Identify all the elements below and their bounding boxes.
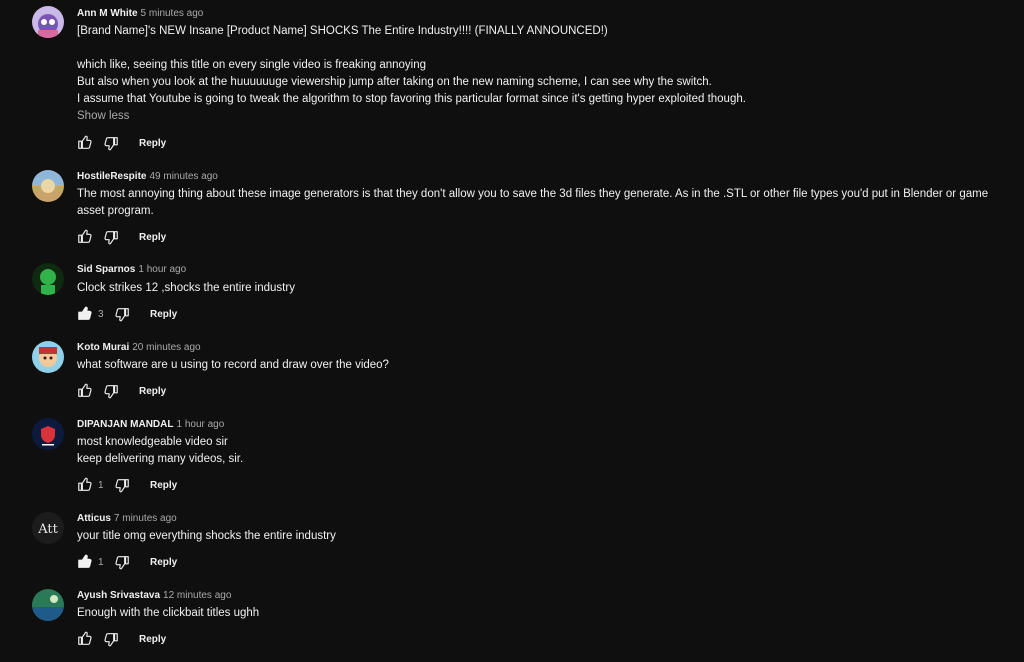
avatar[interactable]	[32, 263, 64, 295]
show-less-button[interactable]: Show less	[77, 110, 129, 122]
avatar[interactable]	[32, 6, 64, 38]
comment-actions: Reply	[77, 631, 166, 647]
reply-button[interactable]: Reply	[150, 309, 177, 320]
like-icon[interactable]	[77, 477, 93, 493]
like-icon[interactable]	[77, 554, 93, 570]
reply-button[interactable]: Reply	[139, 232, 166, 243]
reply-button[interactable]: Reply	[150, 480, 177, 491]
reply-button[interactable]: Reply	[139, 386, 166, 397]
comment-header: Ann M White 5 minutes ago	[77, 7, 203, 21]
comment-time[interactable]: 7 minutes ago	[114, 513, 177, 524]
dislike-icon[interactable]	[103, 135, 119, 151]
comment-actions: Reply	[77, 135, 166, 151]
dislike-icon[interactable]	[114, 477, 130, 493]
author-name[interactable]: Atticus	[77, 513, 111, 524]
comment-header: Ayush Srivastava 12 minutes ago	[77, 589, 231, 603]
comment-actions: 1 Reply	[77, 477, 177, 493]
author-name[interactable]: Ayush Srivastava	[77, 590, 160, 601]
avatar[interactable]	[32, 418, 64, 450]
like-count: 1	[98, 479, 104, 491]
avatar[interactable]: Att	[32, 512, 64, 544]
reply-button[interactable]: Reply	[139, 634, 166, 645]
comment-time[interactable]: 20 minutes ago	[132, 342, 200, 353]
dislike-icon[interactable]	[103, 229, 119, 245]
author-name[interactable]: Ann M White	[77, 8, 138, 19]
dislike-icon[interactable]	[114, 554, 130, 570]
comment-header: DIPANJAN MANDAL 1 hour ago	[77, 418, 224, 432]
avatar[interactable]	[32, 589, 64, 621]
comment-time[interactable]: 12 minutes ago	[163, 590, 231, 601]
like-icon[interactable]	[77, 631, 93, 647]
comment-text: most knowledgeable video sir keep delive…	[77, 436, 244, 465]
like-count: 3	[98, 308, 104, 320]
comment-actions: Reply	[77, 229, 166, 245]
dislike-icon[interactable]	[103, 631, 119, 647]
comment-time[interactable]: 1 hour ago	[138, 264, 186, 275]
like-icon[interactable]	[77, 306, 93, 322]
comment-header: HostileRespite 49 minutes ago	[77, 170, 218, 184]
author-name[interactable]: DIPANJAN MANDAL	[77, 419, 173, 430]
comment-text: your title omg everything shocks the ent…	[77, 530, 336, 542]
avatar[interactable]	[32, 170, 64, 202]
author-name[interactable]: Sid Sparnos	[77, 264, 135, 275]
comment-text: [Brand Name]'s NEW Insane [Product Name]…	[77, 25, 746, 105]
avatar[interactable]	[32, 341, 64, 373]
comment-header: Atticus 7 minutes ago	[77, 512, 177, 526]
comment-text: Clock strikes 12 ,shocks the entire indu…	[77, 282, 295, 294]
reply-button[interactable]: Reply	[150, 557, 177, 568]
comment-text: Enough with the clickbait titles ughh	[77, 607, 260, 619]
like-icon[interactable]	[77, 383, 93, 399]
dislike-icon[interactable]	[114, 306, 130, 322]
comment-actions: 3 Reply	[77, 306, 177, 322]
comment-actions: Reply	[77, 383, 166, 399]
comment-time[interactable]: 1 hour ago	[176, 419, 224, 430]
dislike-icon[interactable]	[103, 383, 119, 399]
comment-time[interactable]: 5 minutes ago	[141, 8, 204, 19]
comment-time[interactable]: 49 minutes ago	[149, 171, 217, 182]
author-name[interactable]: HostileRespite	[77, 171, 146, 182]
like-icon[interactable]	[77, 135, 93, 151]
comment-header: Sid Sparnos 1 hour ago	[77, 263, 186, 277]
like-icon[interactable]	[77, 229, 93, 245]
like-count: 1	[98, 556, 104, 568]
comment-text: The most annoying thing about these imag…	[77, 188, 992, 217]
reply-button[interactable]: Reply	[139, 138, 166, 149]
comment-header: Koto Murai 20 minutes ago	[77, 341, 201, 355]
comment-text: what software are u using to record and …	[77, 359, 389, 371]
svg-text:Att: Att	[37, 522, 58, 537]
comment-actions: 1 Reply	[77, 554, 177, 570]
author-name[interactable]: Koto Murai	[77, 342, 129, 353]
